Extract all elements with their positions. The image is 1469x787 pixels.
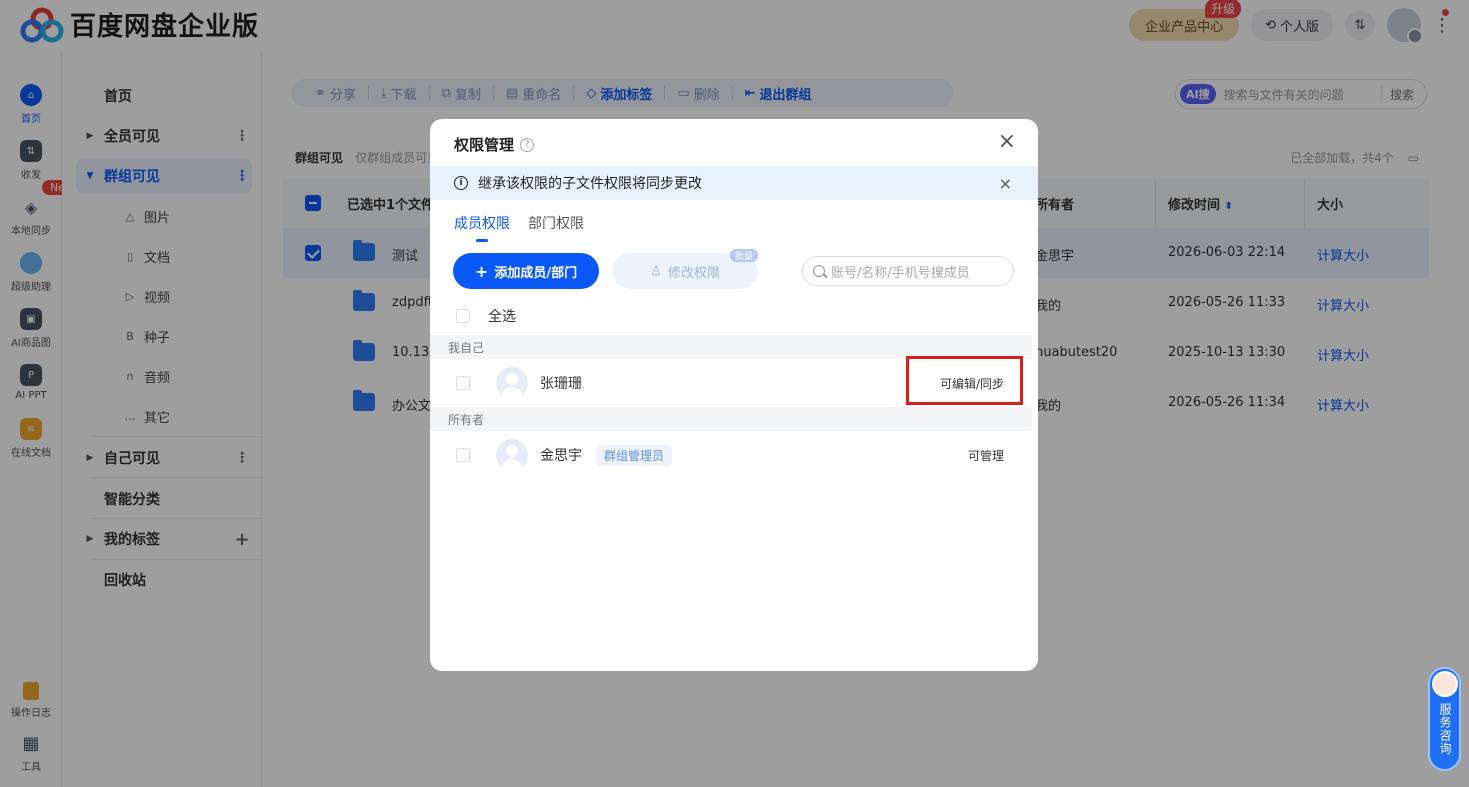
select-all-label: 全选 (488, 309, 516, 325)
member-name: 金思宇 (540, 448, 582, 464)
permission-modal: 权限管理 ? × i 继承该权限的子文件权限将同步更改 × 成员权限 部门权限 … (430, 119, 1038, 671)
info-icon: i (454, 176, 468, 190)
group-self-text: 我自己 (448, 340, 485, 355)
inherit-notice: i 继承该权限的子文件权限将同步更改 × (430, 166, 1038, 200)
select-all-checkbox[interactable] (456, 309, 470, 323)
user-icon: ♙ (650, 263, 662, 279)
select-all-members[interactable]: 全选 (456, 306, 516, 326)
edit-permission-label: 修改权限 (667, 265, 720, 281)
tab-member-permissions[interactable]: 成员权限 (454, 213, 510, 242)
modal-title: 权限管理 ? (454, 134, 535, 155)
member-avatar (496, 439, 528, 471)
modal-title-text: 权限管理 (454, 136, 515, 154)
tab-department-permissions[interactable]: 部门权限 (528, 213, 584, 233)
group-admin-tag: 群组管理员 (596, 444, 673, 466)
batch-badge: 批量 (729, 249, 758, 262)
group-owner-text: 所有者 (448, 412, 485, 427)
member-avatar (496, 367, 528, 399)
search-icon (813, 265, 825, 277)
edit-permission-button[interactable]: ♙ 修改权限 批量 (612, 249, 758, 289)
notice-text: 继承该权限的子文件权限将同步更改 (478, 176, 702, 192)
add-member-label: 添加成员/部门 (494, 265, 578, 281)
notice-close-icon[interactable]: × (999, 174, 1012, 193)
add-member-button[interactable]: + 添加成员/部门 (453, 253, 599, 289)
plus-icon: + (474, 261, 489, 281)
highlight-annotation-box (906, 356, 1023, 405)
help-icon[interactable]: ? (520, 137, 535, 152)
member-permission: 可管理 (967, 448, 1004, 463)
permission-tabs: 成员权限 部门权限 (454, 213, 584, 242)
member-search-input[interactable]: 账号/名称/手机号搜成员 (802, 256, 1014, 286)
service-consult-button[interactable]: 服务咨询 (1428, 667, 1461, 771)
member-checkbox[interactable] (456, 448, 470, 462)
service-label: 服务咨询 (1438, 703, 1452, 755)
group-label-owner: 所有者 (430, 407, 1032, 431)
member-checkbox[interactable] (456, 376, 470, 390)
member-search-placeholder: 账号/名称/手机号搜成员 (831, 265, 970, 281)
agent-avatar-icon (1432, 671, 1458, 697)
modal-close-icon[interactable]: × (998, 131, 1016, 153)
member-name: 张珊珊 (540, 376, 582, 392)
member-row[interactable]: 金思宇 群组管理员 可管理 (430, 431, 1032, 479)
